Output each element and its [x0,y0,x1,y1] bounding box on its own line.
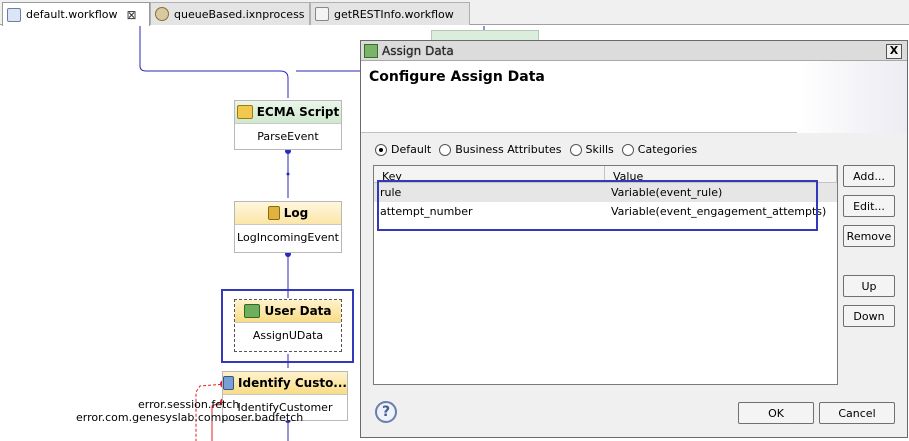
node-title: Log [283,206,309,220]
ok-button[interactable]: OK [738,402,814,424]
radio-label: Skills [585,143,614,156]
node-title: Identify Custo... [238,376,347,390]
down-button[interactable]: Down [843,305,895,327]
node-title: User Data [264,304,332,318]
node-header: Log [235,202,341,225]
table-icon [244,304,261,318]
node-header: ECMA Script [235,101,341,124]
dialog-heading: Configure Assign Data [369,69,545,85]
up-button[interactable]: Up [843,275,895,297]
tab-label: default.workflow [26,8,118,21]
node-user-data[interactable]: User Data AssignUData [234,299,342,352]
dialog-header: Configure Assign Data [361,61,907,133]
radio-label: Default [391,143,432,156]
tab-label: getRESTInfo.workflow [334,7,454,21]
gear-icon [155,7,169,21]
close-button[interactable]: X [886,44,902,59]
connector-top [139,26,289,98]
node-subtitle: LogIncomingEvent [237,231,339,244]
error-label-session-fetch: error.session.fetch [138,398,240,411]
assign-data-icon [364,43,378,58]
dialog-titlebar[interactable]: Assign Data X [361,41,907,61]
radio-default[interactable]: Default [375,143,431,156]
radio-circle[interactable] [621,143,634,156]
radio-circle[interactable] [569,143,582,156]
assign-data-dialog: Assign Data X Configure Assign Data Defa… [360,40,908,438]
remove-button[interactable]: Remove [843,225,895,247]
node-header: User Data [235,300,341,323]
add-button[interactable]: Add... [843,165,895,187]
tab-default-workflow[interactable]: default.workflow ⊠ [2,2,150,26]
edit-button[interactable]: Edit... [843,195,895,217]
radio-label: Categories [637,143,698,156]
close-icon[interactable]: ⊠ [126,8,136,22]
ecma-icon [236,105,253,119]
node-subtitle: ParseEvent [257,130,319,143]
tab-getrestinfo-workflow[interactable]: getRESTInfo.workflow [310,2,470,25]
attribute-type-radios: Default Business Attributes Skills Categ… [375,143,705,156]
editor-tabbar: default.workflow ⊠ queueBased.ixnprocess… [0,0,909,26]
help-icon[interactable]: ? [375,401,397,423]
tab-label: queueBased.ixnprocess [174,7,305,21]
node-header: Identify Custo... [223,372,347,395]
radio-circle[interactable] [439,143,452,156]
tab-queuebased-ixnprocess[interactable]: queueBased.ixnprocess [150,2,310,25]
document-icon [315,7,329,21]
port-dot [286,172,290,176]
radio-skills[interactable]: Skills [569,143,614,156]
radio-business-attributes[interactable]: Business Attributes [439,143,562,156]
rows-highlight-box [377,180,818,231]
node-subtitle: AssignUData [252,329,324,342]
node-title: ECMA Script [256,105,340,119]
node-ecma-script[interactable]: ECMA Script ParseEvent [234,100,342,150]
radio-circle[interactable] [375,143,387,156]
radio-categories[interactable]: Categories [621,143,698,156]
pencil-icon [267,206,280,220]
id-card-icon [223,376,235,390]
cancel-button[interactable]: Cancel [819,402,895,424]
node-log[interactable]: Log LogIncomingEvent [234,201,342,253]
dialog-title: Assign Data [382,43,454,58]
workflow-icon [7,7,21,22]
error-label-badfetch: error.com.genesyslab.composer.badfetch [76,411,304,424]
radio-label: Business Attributes [455,143,562,156]
